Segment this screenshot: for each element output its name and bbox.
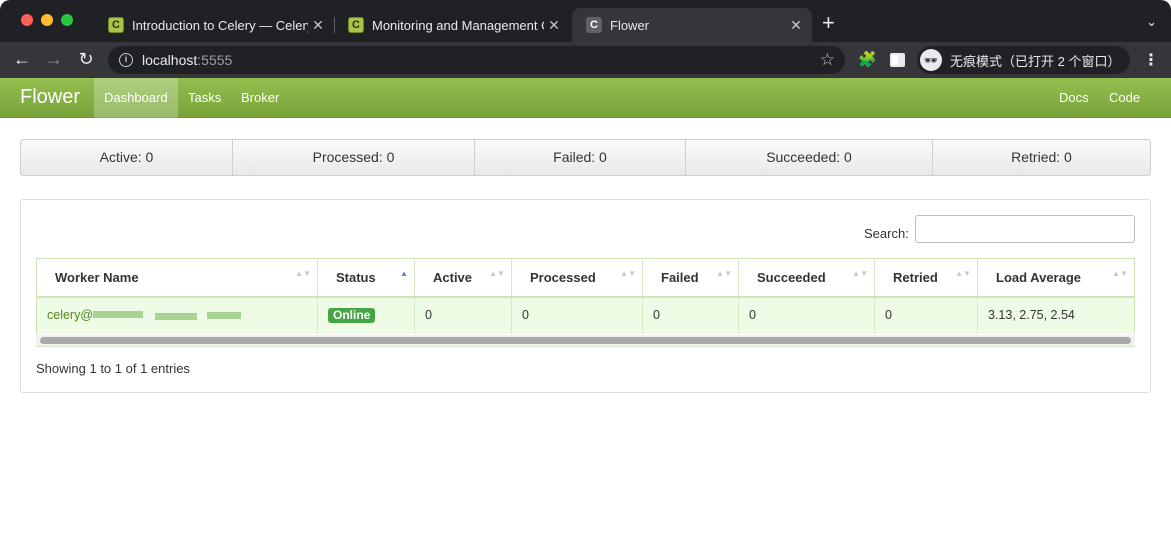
header-label: Failed: [661, 270, 699, 285]
incognito-icon: 🕶: [920, 49, 942, 71]
tab-strip: C Introduction to Celery — Celery ✕ C Mo…: [0, 0, 1171, 42]
table-row: celery@ Online 0 0 0 0 0 3.13, 2.75, 2.5…: [36, 298, 1135, 334]
back-arrow-icon[interactable]: ←: [11, 49, 33, 69]
sort-icon: ▲▼: [852, 269, 868, 278]
bookmark-star-icon[interactable]: ☆: [820, 50, 835, 70]
succeeded-cell: 0: [739, 298, 875, 334]
nav-broker[interactable]: Broker: [231, 78, 289, 118]
forward-arrow-icon[interactable]: →: [43, 49, 65, 69]
stat-active[interactable]: Active: 0: [21, 140, 233, 175]
sort-icon: ▲▼: [716, 269, 732, 278]
sort-icon: ▲▼: [620, 269, 636, 278]
column-header-retried[interactable]: Retried ▲▼: [875, 259, 978, 296]
stat-retried[interactable]: Retried: 0: [933, 140, 1150, 175]
sort-ascending-icon: ▲: [400, 269, 408, 278]
close-window-button[interactable]: [21, 14, 33, 26]
url-text[interactable]: localhost:5555: [142, 52, 232, 68]
sort-icon: ▲▼: [1112, 269, 1128, 278]
processed-cell: 0: [512, 298, 643, 334]
close-tab-icon[interactable]: ✕: [544, 17, 564, 34]
column-header-worker-name[interactable]: Worker Name ▲▼: [37, 259, 318, 296]
flower-brand[interactable]: Flower: [20, 86, 80, 109]
workers-panel: Search: Worker Name ▲▼ Status ▲ Active ▲▼ P…: [20, 199, 1151, 393]
reload-icon[interactable]: ↻: [75, 49, 97, 69]
url-host: localhost: [142, 52, 198, 68]
header-label: Succeeded: [757, 270, 826, 285]
incognito-label: 无痕模式（已打开 2 个窗口）: [950, 53, 1121, 69]
stat-failed[interactable]: Failed: 0: [475, 140, 686, 175]
url-port: :5555: [197, 52, 233, 68]
stat-succeeded[interactable]: Succeeded: 0: [686, 140, 933, 175]
status-cell: Online: [318, 298, 415, 334]
column-header-failed[interactable]: Failed ▲▼: [643, 259, 739, 296]
browser-toolbar: ← → ↻ i localhost:5555 ☆ 🧩 🕶 无痕模式（已打开 2 …: [0, 42, 1171, 78]
nav-dashboard[interactable]: Dashboard: [94, 78, 178, 118]
workers-table: Worker Name ▲▼ Status ▲ Active ▲▼ Processed…: [36, 258, 1135, 334]
browser-menu-icon[interactable]: ⋮: [1143, 50, 1159, 70]
header-label: Worker Name: [55, 270, 139, 285]
nav-code[interactable]: Code: [1099, 78, 1150, 118]
sort-icon: ▲▼: [955, 269, 971, 278]
column-header-load-average[interactable]: Load Average ▲▼: [978, 259, 1134, 296]
tab-title: Monitoring and Management Gu: [372, 17, 544, 33]
active-cell: 0: [415, 298, 512, 334]
site-info-icon[interactable]: i: [119, 53, 133, 67]
worker-name-text: celery@: [47, 308, 94, 322]
browser-window: C Introduction to Celery — Celery ✕ C Mo…: [0, 0, 1171, 534]
tab-monitoring-and-management[interactable]: C Monitoring and Management Gu ✕: [334, 8, 570, 42]
column-header-processed[interactable]: Processed ▲▼: [512, 259, 643, 296]
failed-cell: 0: [643, 298, 739, 334]
redacted-pixelation: [207, 312, 241, 319]
nav-tasks[interactable]: Tasks: [178, 78, 231, 118]
table-header: Worker Name ▲▼ Status ▲ Active ▲▼ Processed…: [36, 258, 1135, 298]
sort-icon: ▲▼: [295, 269, 311, 278]
header-label: Status: [336, 270, 376, 285]
zoom-window-button[interactable]: [61, 14, 73, 26]
redacted-pixelation: [155, 313, 197, 320]
header-label: Retried: [893, 270, 938, 285]
header-label: Load Average: [996, 270, 1082, 285]
horizontal-scrollbar[interactable]: [36, 335, 1135, 347]
side-panel-icon[interactable]: [890, 53, 905, 67]
column-header-status[interactable]: Status ▲: [318, 259, 415, 296]
flower-navbar: Flower Dashboard Tasks Broker Docs Code: [0, 78, 1171, 118]
retried-cell: 0: [875, 298, 978, 334]
column-header-active[interactable]: Active ▲▼: [415, 259, 512, 296]
nav-docs[interactable]: Docs: [1049, 78, 1099, 118]
close-tab-icon[interactable]: ✕: [786, 17, 806, 34]
close-tab-icon[interactable]: ✕: [308, 17, 328, 34]
celery-favicon-icon: C: [348, 17, 364, 33]
minimize-window-button[interactable]: [41, 14, 53, 26]
header-label: Processed: [530, 270, 596, 285]
worker-name-link[interactable]: celery@: [37, 298, 318, 334]
new-tab-button[interactable]: +: [822, 12, 835, 34]
column-header-succeeded[interactable]: Succeeded ▲▼: [739, 259, 875, 296]
tab-title: Flower: [610, 17, 650, 33]
status-badge: Online: [328, 308, 376, 323]
search-input[interactable]: [915, 215, 1135, 243]
search-label: Search:: [864, 226, 909, 241]
redacted-pixelation: [93, 311, 143, 318]
stat-processed[interactable]: Processed: 0: [233, 140, 475, 175]
incognito-profile-button[interactable]: 🕶 无痕模式（已打开 2 个窗口）: [917, 46, 1130, 74]
header-label: Active: [433, 270, 473, 285]
tab-search-icon[interactable]: ⌄: [1146, 14, 1157, 30]
table-info: Showing 1 to 1 of 1 entries: [36, 361, 190, 376]
scrollbar-thumb[interactable]: [40, 337, 1131, 344]
tab-introduction-to-celery[interactable]: C Introduction to Celery — Celery ✕: [94, 8, 334, 42]
flower-favicon-icon: C: [586, 17, 602, 33]
tab-title: Introduction to Celery — Celery: [132, 17, 308, 33]
extensions-puzzle-icon[interactable]: 🧩: [858, 50, 877, 68]
stats-bar: Active: 0 Processed: 0 Failed: 0 Succeed…: [20, 139, 1151, 176]
load-average-cell: 3.13, 2.75, 2.54: [988, 308, 1075, 322]
address-bar[interactable]: i localhost:5555 ☆: [108, 46, 845, 74]
sort-icon: ▲▼: [489, 269, 505, 278]
tab-flower[interactable]: C Flower ✕: [572, 8, 812, 42]
celery-favicon-icon: C: [108, 17, 124, 33]
